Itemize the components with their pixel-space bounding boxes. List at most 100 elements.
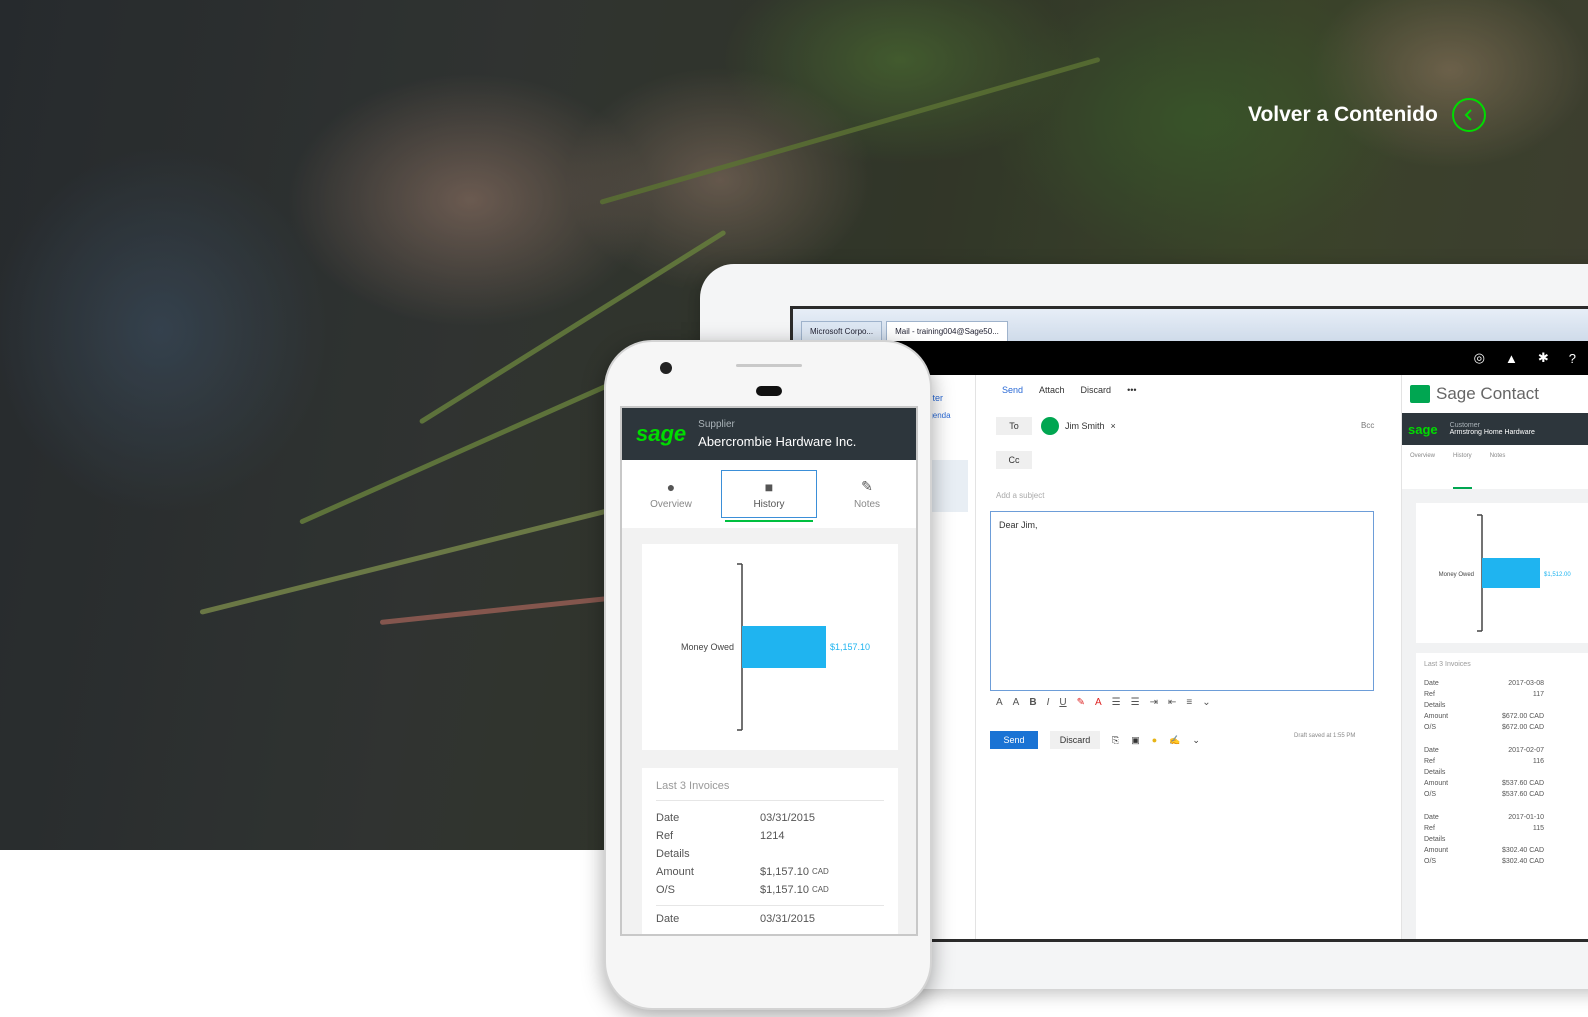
sidebar-invoice-label: Date	[1424, 680, 1439, 687]
back-to-content-link[interactable]: Volver a Contenido	[1248, 98, 1486, 132]
sidebar-invoice-value: 2017-03-08	[1508, 680, 1544, 687]
sidebar-invoice-row: Details	[1424, 700, 1544, 711]
paperclip-icon[interactable]: ⎘	[1112, 735, 1119, 746]
sidebar-invoice-row: Amount $537.60 CAD	[1424, 778, 1544, 789]
sidebar-invoice-rows: Date 2017-03-08 Ref 117 Details Amount $672.00…	[1424, 678, 1584, 867]
sidebar-entity-bar: sage Customer Armstrong Home Hardware	[1402, 413, 1588, 445]
sidebar-invoice-label: Date	[1424, 747, 1439, 754]
gear-icon[interactable]: ✱	[1538, 350, 1549, 366]
back-link-label: Volver a Contenido	[1248, 103, 1438, 126]
sage-logo: sage	[1408, 421, 1438, 437]
message-body[interactable]: Dear Jim,	[990, 511, 1374, 691]
indent-icon[interactable]: ⇥	[1150, 697, 1158, 708]
subject-input[interactable]: Add a subject	[996, 491, 1044, 500]
invoices-title: Last 3 Invoices	[656, 780, 884, 801]
chevron-down-icon[interactable]: ⌄	[1202, 697, 1210, 708]
sidebar-invoice-row: O/S $672.00 CAD	[1424, 722, 1544, 733]
bold-icon[interactable]: B	[1029, 697, 1036, 708]
sage-contact-logo-icon	[1410, 385, 1430, 403]
tab-label: Overview	[650, 498, 692, 510]
sidebar-invoice-row: Ref 115	[1424, 823, 1544, 834]
sidebar-invoice-row: Date 2017-01-10	[1424, 812, 1544, 823]
tab-label: History	[753, 498, 785, 510]
tab-overview[interactable]: ● Overview	[623, 470, 719, 518]
highlight-icon[interactable]: ✎	[1077, 697, 1085, 708]
browser-tab[interactable]: Microsoft Corpo...	[801, 321, 883, 341]
italic-icon[interactable]: I	[1047, 697, 1050, 708]
send-button[interactable]: Send	[990, 731, 1038, 749]
skype-icon[interactable]: ◎	[1474, 350, 1485, 366]
money-owed-chart: Money Owed $1,157.10	[681, 563, 870, 731]
align-icon[interactable]: ≡	[1186, 697, 1192, 708]
numbering-icon[interactable]: ☰	[1131, 697, 1140, 708]
chart-category-label: Money Owed	[681, 642, 734, 652]
recipient-name: Jim Smith	[1065, 421, 1105, 431]
bullets-icon[interactable]: ☰	[1112, 697, 1121, 708]
discard-toolbar-button[interactable]: Discard	[1081, 385, 1112, 395]
sidebar-invoice-label: Amount	[1424, 780, 1449, 787]
attach-toolbar-button[interactable]: Attach	[1039, 385, 1065, 395]
emoji-icon[interactable]: ●	[1152, 735, 1157, 745]
send-toolbar-button[interactable]: Send	[1002, 385, 1023, 395]
tab-history[interactable]: ■ History	[721, 470, 817, 518]
image-icon[interactable]: ▣	[1131, 735, 1140, 746]
signature-icon[interactable]: ✍	[1169, 735, 1180, 746]
sidebar-invoice-label: Details	[1424, 769, 1446, 776]
invoice-os-label: O/S	[656, 884, 675, 896]
sidebar-invoice-row: Details	[1424, 767, 1544, 778]
browser-tab-active[interactable]: Mail - training004@Sage50...	[886, 321, 1008, 341]
invoice-date-label: Date	[656, 913, 680, 925]
more-options-button[interactable]: •••	[1127, 385, 1136, 395]
sidebar-invoice-label: Date	[1424, 814, 1439, 821]
sidebar-tab-overview[interactable]: Overview	[1410, 453, 1435, 489]
sidebar-invoice-row: O/S $537.60 CAD	[1424, 789, 1544, 800]
invoice-amount-label: Amount	[656, 866, 694, 878]
sidebar-invoice-label: Ref	[1424, 691, 1435, 698]
discard-button[interactable]: Discard	[1050, 731, 1100, 749]
font-size-icon[interactable]: A	[996, 697, 1003, 708]
invoice-date-label: Date	[656, 812, 680, 824]
sage-logo: sage	[636, 421, 687, 446]
outdent-icon[interactable]: ⇤	[1168, 697, 1176, 708]
sidebar-invoice-value: 116	[1532, 758, 1544, 765]
sidebar-invoices-title: Last 3 Invoices	[1424, 661, 1471, 668]
chart-data-label: $1,157.10	[830, 642, 870, 652]
invoice-date: 03/31/2015	[760, 812, 816, 824]
recipient-chip[interactable]: Jim Smith ×	[1041, 417, 1116, 435]
invoice-ref: 1214	[760, 830, 785, 842]
sidebar-header: Sage Contact	[1402, 375, 1588, 413]
chevron-down-icon[interactable]: ⌄	[1192, 735, 1200, 746]
sidebar-invoice-value: 115	[1532, 825, 1544, 832]
chart-bar	[742, 626, 826, 668]
phone-screen: sage Supplier Abercrombie Hardware Inc. …	[620, 406, 918, 936]
sidebar-tab-notes[interactable]: Notes	[1490, 453, 1506, 489]
sidebar-invoice-value: 2017-01-10	[1508, 814, 1544, 821]
remove-recipient-icon[interactable]: ×	[1111, 421, 1116, 431]
font-color-icon[interactable]: A	[1095, 697, 1102, 708]
sidebar-chart-card: Money Owed $1,512.00	[1416, 503, 1588, 643]
bcc-link[interactable]: Bcc	[1361, 421, 1374, 430]
sidebar-invoice-list: Last 3 Invoices Date 2017-03-08 Ref 117 Deta…	[1416, 653, 1588, 939]
bell-icon[interactable]: ▲	[1505, 351, 1518, 366]
tab-label: Notes	[853, 499, 881, 510]
invoice-details-label: Details	[656, 848, 690, 860]
phone-tabs: ● Overview ■ History ✎ Notes	[622, 460, 916, 528]
tab-notes[interactable]: ✎ Notes	[819, 470, 915, 518]
sidebar-tab-history[interactable]: History	[1453, 453, 1472, 489]
invoice-date: 03/31/2015	[760, 913, 816, 925]
to-button[interactable]: To	[996, 417, 1032, 435]
camera-icon	[660, 362, 672, 374]
sidebar-invoice-row: Date 2017-03-08	[1424, 678, 1544, 689]
browser-tab-strip: Microsoft Corpo... Mail - training004@Sa…	[793, 309, 1588, 341]
font-icon[interactable]: A	[1013, 697, 1020, 708]
cc-button[interactable]: Cc	[996, 451, 1032, 469]
sidebar-invoice-label: Details	[1424, 836, 1446, 843]
invoice-ref-row: Ref 1214	[656, 827, 884, 845]
entity-type-label: Supplier	[698, 419, 735, 430]
underline-icon[interactable]: U	[1059, 697, 1066, 708]
format-toolbar: A A B I U ✎ A ☰ ☰ ⇥ ⇤ ≡ ⌄	[996, 697, 1211, 708]
compose-pane: Send Attach Discard ••• To Jim Smith × B…	[975, 375, 1395, 939]
help-icon[interactable]: ?	[1569, 351, 1576, 366]
sidebar-invoice-value: $672.00 CAD	[1501, 724, 1544, 731]
sidebar-invoice-label: Details	[1424, 702, 1446, 709]
